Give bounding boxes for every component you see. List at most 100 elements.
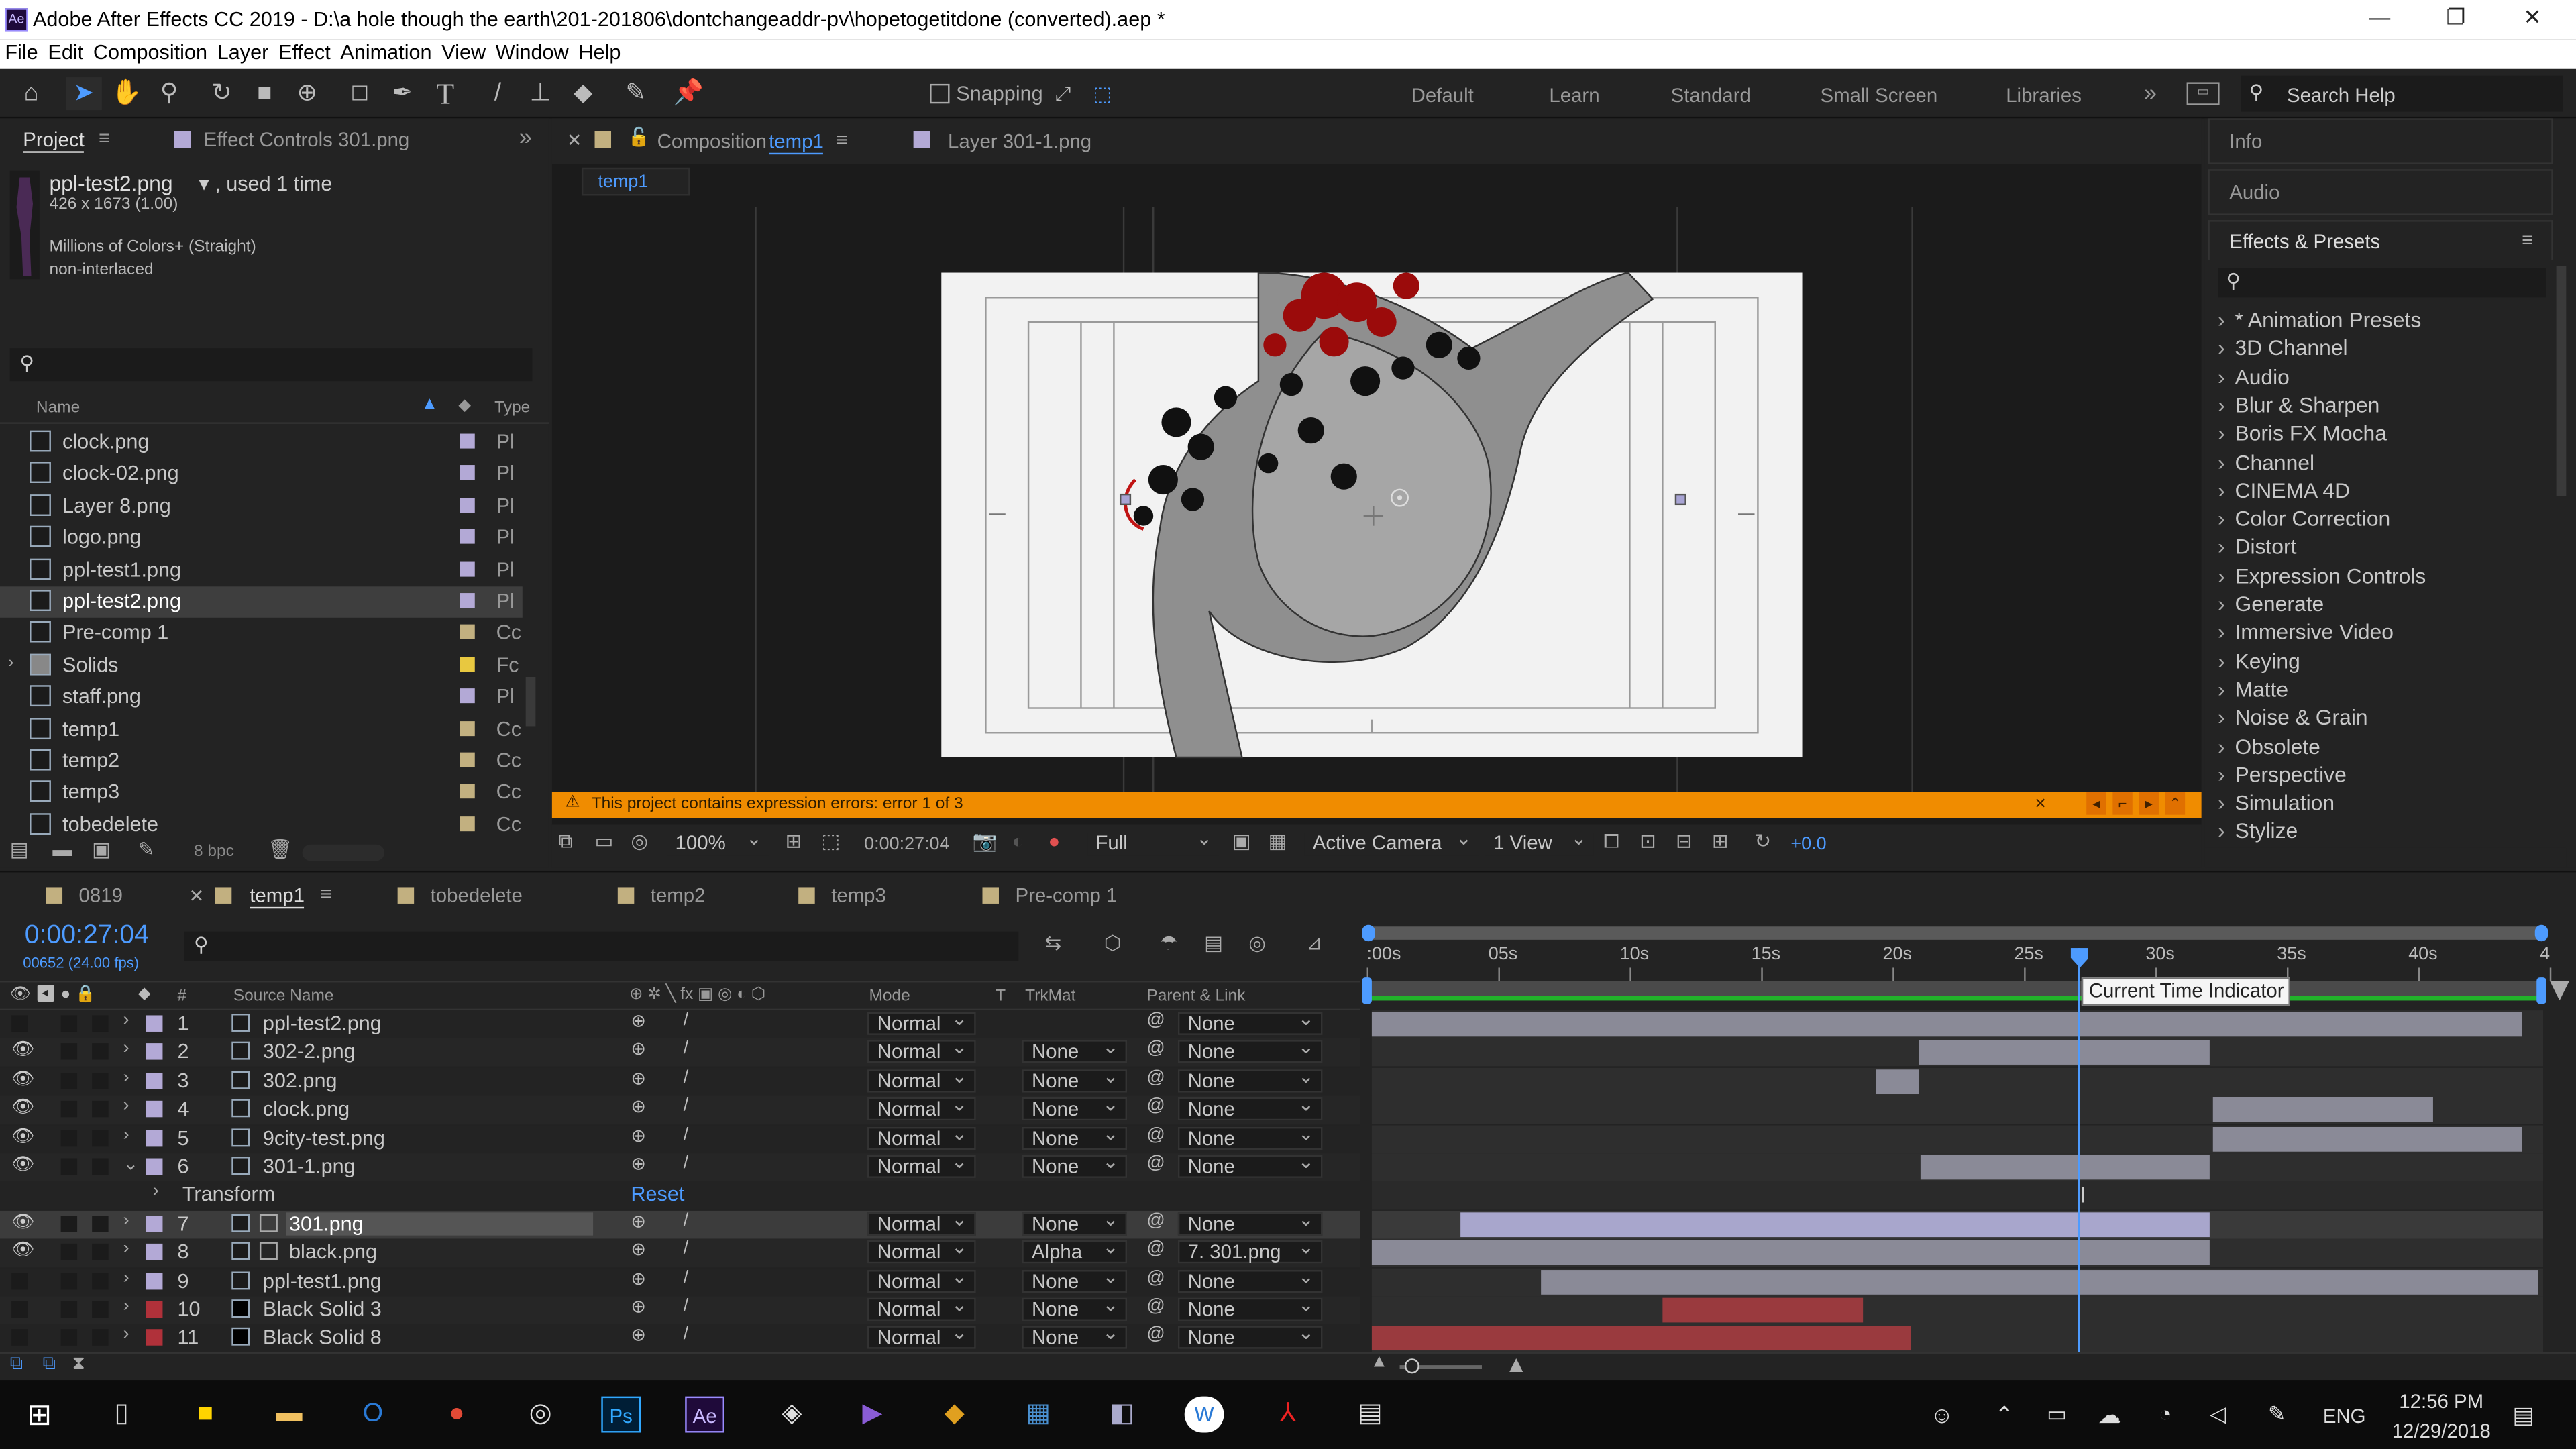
label-swatch[interactable] xyxy=(460,466,475,481)
network-app-icon[interactable]: ▦ xyxy=(1018,1397,1058,1433)
pickwhip-icon[interactable]: @ xyxy=(1146,1010,1165,1030)
navigator-start-handle[interactable] xyxy=(1362,924,1375,942)
app-file-icon[interactable]: ◧ xyxy=(1102,1397,1142,1433)
close-button[interactable]: ✕ xyxy=(2524,5,2542,31)
layer-name[interactable]: Black Solid 8 xyxy=(263,1326,382,1349)
hand-tool-icon[interactable]: ✋ xyxy=(109,77,145,110)
eye-icon[interactable]: 👁 xyxy=(11,1210,34,1232)
collapse-error-icon[interactable]: ⌃ xyxy=(2165,792,2186,815)
sourcetree-icon[interactable]: ◆ xyxy=(934,1397,974,1433)
layer-name[interactable]: ppl-test1.png xyxy=(263,1269,382,1292)
error-go-to-icon[interactable]: ⌐ xyxy=(2112,792,2133,815)
error-next-icon[interactable]: ▸ xyxy=(2139,792,2159,815)
project-search-input[interactable]: ⚲ xyxy=(9,348,533,382)
project-scrollbar[interactable] xyxy=(525,676,536,727)
eraser-tool-icon[interactable]: ◆ xyxy=(565,77,601,110)
project-item[interactable]: ppl-test2.png Pl xyxy=(0,586,523,618)
layer-row[interactable]: 👁 › 3 302.png ⊕ / Normal None @ None xyxy=(0,1066,1360,1095)
time-ruler[interactable]: :00s 05s 10s 15s 20s 25s 30s 35s 40s 4 xyxy=(1366,945,2552,981)
menu-help[interactable]: Help xyxy=(574,40,626,69)
label-swatch[interactable] xyxy=(460,497,475,513)
lock-box[interactable] xyxy=(92,1330,109,1346)
color-channels-icon[interactable]: ● xyxy=(1048,830,1060,853)
label-swatch[interactable] xyxy=(460,593,475,608)
layer-row[interactable]: › 9 ppl-test1.png ⊕ / Normal None @ None xyxy=(0,1266,1360,1296)
chevron-right-icon[interactable]: › xyxy=(123,1325,129,1344)
reset-button[interactable]: Reset xyxy=(631,1183,684,1206)
project-item[interactable]: temp2 Cc xyxy=(0,746,523,777)
composition-viewer[interactable] xyxy=(552,201,2202,792)
eye-icon[interactable]: 👁 xyxy=(11,1153,34,1175)
trackmatte-dropdown[interactable]: None xyxy=(1022,1209,1127,1236)
layer-duration-bar[interactable] xyxy=(2212,1126,2522,1151)
mode-dropdown[interactable]: Normal xyxy=(867,1066,976,1093)
error-previous-icon[interactable]: ◂ xyxy=(2086,792,2106,815)
windows-start-icon[interactable]: ⊞ xyxy=(19,1397,59,1433)
transform-row[interactable]: › Transform Reset xyxy=(0,1181,1360,1210)
sticky-notes-icon[interactable]: ■ xyxy=(186,1397,225,1433)
tab-0819[interactable]: 0819 xyxy=(79,884,123,907)
solo-box[interactable] xyxy=(60,1244,78,1260)
photoshop-icon[interactable]: Ps xyxy=(601,1396,641,1433)
panel-menu-icon[interactable]: ≡ xyxy=(837,128,848,151)
in-out-toggle-icon[interactable]: ⧗ xyxy=(72,1354,85,1375)
layer-name[interactable]: clock.png xyxy=(263,1097,350,1120)
column-name[interactable]: Name xyxy=(36,399,80,417)
layer-name[interactable]: 302-2.png xyxy=(263,1040,356,1063)
layer-duration-bar[interactable] xyxy=(1371,1012,2522,1037)
navigator-end-handle[interactable] xyxy=(2534,924,2548,942)
toggle-pixel-aspect-icon[interactable]: ⧠ xyxy=(1603,830,1619,855)
eye-off-box[interactable] xyxy=(11,1272,28,1289)
pen-workspace-icon[interactable]: ✎ xyxy=(2257,1397,2297,1433)
chevron-right-icon[interactable]: › xyxy=(123,1039,129,1059)
new-folder-icon[interactable]: ▬ xyxy=(52,838,72,861)
project-item[interactable]: ppl-test1.png Pl xyxy=(0,555,523,586)
wifi-icon[interactable]: ◔ xyxy=(2145,1397,2185,1433)
label-swatch[interactable] xyxy=(460,433,475,449)
lock-box[interactable] xyxy=(92,1101,109,1118)
source-name-column[interactable]: Source Name xyxy=(233,987,334,1006)
clone-stamp-tool-icon[interactable]: ⊥ xyxy=(523,77,559,110)
solo-box[interactable] xyxy=(60,1101,78,1118)
shy-icon[interactable]: ⊕ xyxy=(631,1039,646,1060)
parent-dropdown[interactable]: None xyxy=(1177,1009,1323,1035)
work-area-navigator[interactable] xyxy=(1362,924,2548,942)
layer-duration-bar[interactable] xyxy=(1460,1212,2210,1237)
layer-duration-bar[interactable] xyxy=(1918,1040,2210,1065)
solo-box[interactable] xyxy=(60,1015,78,1032)
label-swatch[interactable] xyxy=(460,816,475,831)
trackmatte-dropdown[interactable]: Alpha xyxy=(1022,1238,1127,1264)
quality-icon[interactable]: / xyxy=(684,1239,689,1258)
menu-composition[interactable]: Composition xyxy=(89,40,213,69)
eye-icon[interactable]: 👁 xyxy=(11,1125,34,1146)
lock-icon[interactable]: 🔓 xyxy=(628,127,651,148)
transparency-grid-icon[interactable]: ▦ xyxy=(1269,830,1287,853)
comp-breadcrumb[interactable]: temp1 xyxy=(581,167,690,196)
3d-draft-icon[interactable]: ⊟ xyxy=(1676,830,1693,853)
volume-icon[interactable]: ◁ xyxy=(2198,1397,2238,1433)
project-item[interactable]: clock-02.png Pl xyxy=(0,459,523,490)
label-swatch[interactable] xyxy=(460,752,475,767)
mode-dropdown[interactable]: Normal xyxy=(867,1238,976,1264)
close-tab-icon[interactable]: ✕ xyxy=(189,885,205,906)
menu-file[interactable]: File xyxy=(0,40,43,69)
mode-dropdown[interactable]: Normal xyxy=(867,1323,976,1350)
parent-dropdown[interactable]: None xyxy=(1177,1266,1323,1293)
parent-dropdown[interactable]: None xyxy=(1177,1066,1323,1093)
project-item[interactable]: temp3 Cc xyxy=(0,777,523,809)
pickwhip-icon[interactable]: @ xyxy=(1146,1296,1165,1316)
mode-dropdown[interactable]: Normal xyxy=(867,1266,976,1293)
eye-icon[interactable]: 👁 xyxy=(11,1067,34,1089)
minimize-button[interactable]: — xyxy=(2369,5,2390,30)
layer-row[interactable]: 👁 › 7 301.png ⊕ / Normal None @ None xyxy=(0,1209,1360,1239)
lock-box[interactable] xyxy=(92,1015,109,1032)
chevron-right-icon[interactable]: › xyxy=(123,1210,129,1230)
tab-project[interactable]: Project xyxy=(23,128,85,153)
layer-name[interactable]: ppl-test2.png xyxy=(263,1012,382,1035)
show-hidden-icons[interactable]: ⌃ xyxy=(1984,1397,2024,1433)
label-swatch[interactable] xyxy=(146,1072,163,1089)
motion-blur-icon[interactable]: ◎ xyxy=(1248,932,1266,955)
trackmatte-dropdown[interactable]: None xyxy=(1022,1266,1127,1293)
composition-tab-label[interactable]: Composition xyxy=(657,129,767,152)
quality-icon[interactable]: / xyxy=(684,1039,689,1059)
